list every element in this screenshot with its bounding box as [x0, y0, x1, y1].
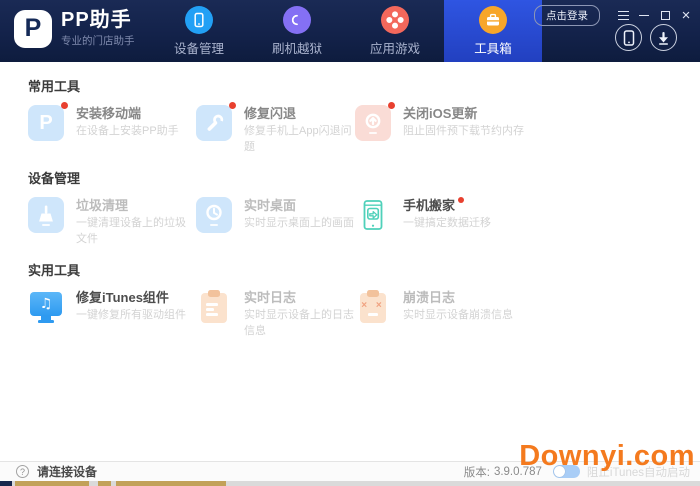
maximize-button[interactable] [657, 9, 673, 23]
app-brand: P PP助手 专业的门店助手 [14, 9, 135, 48]
app-title: PP助手 [61, 9, 135, 31]
upload-block-icon [355, 105, 391, 141]
tool-subtitle: 修复手机上App闪退问题 [244, 123, 355, 155]
notification-dot [229, 102, 236, 109]
close-button[interactable]: × [678, 9, 694, 23]
tool-crash-log[interactable]: × × 崩溃日志 实时显示设备崩溃信息 [355, 287, 700, 333]
pp-logo: P [14, 10, 52, 48]
wrench-icon [196, 105, 232, 141]
itunes-monitor-icon: ♫ [28, 289, 64, 325]
tool-install-mobile[interactable]: P 安装移动端 在设备上安装PP助手 [28, 103, 196, 149]
device-screen-button[interactable] [615, 24, 642, 51]
tool-subtitle: 实时显示设备上的日志信息 [244, 307, 355, 339]
tool-title: 关闭iOS更新 [403, 104, 524, 123]
tab-flash-jailbreak[interactable]: 刷机越狱 [248, 0, 346, 62]
section-utility-tools: 实用工具 ♫ 修复iTunes组件 一键修复所有驱动组件 [28, 260, 700, 333]
app-window: P PP助手 专业的门店助手 设备管理 刷机越狱 [0, 0, 700, 486]
tab-device-manage[interactable]: 设备管理 [150, 0, 248, 62]
broom-icon [28, 197, 64, 233]
app-subtitle: 专业的门店助手 [61, 33, 135, 48]
tool-fix-app-crash[interactable]: 修复闪退 修复手机上App闪退问题 [196, 103, 355, 149]
tool-realtime-desktop[interactable]: 实时桌面 实时显示桌面上的画面 [196, 195, 355, 241]
notification-dot [458, 197, 464, 203]
download-button[interactable] [650, 24, 677, 51]
refresh-icon [283, 6, 311, 34]
tool-title: 手机搬家 [403, 196, 491, 215]
tool-title: 安装移动端 [76, 104, 179, 123]
log-clipboard-icon [196, 289, 232, 325]
tool-fix-itunes[interactable]: ♫ 修复iTunes组件 一键修复所有驱动组件 [28, 287, 196, 333]
tool-subtitle: 阻止固件预下载节约内存 [403, 123, 524, 139]
pp-logo-icon: P [28, 105, 64, 141]
tab-label: 应用游戏 [370, 38, 420, 57]
titlebar-controls: 点击登录 × [534, 5, 694, 26]
tool-trash-clean[interactable]: 垃圾清理 一键清理设备上的垃圾文件 [28, 195, 196, 241]
menu-icon[interactable] [615, 9, 631, 23]
tool-phone-transfer[interactable]: 手机搬家 一键搞定数据迁移 [355, 195, 700, 241]
section-title: 常用工具 [28, 76, 700, 94]
tool-subtitle: 一键清理设备上的垃圾文件 [76, 215, 196, 247]
section-title: 实用工具 [28, 260, 700, 278]
crash-clipboard-icon: × × [355, 289, 391, 325]
tool-title: 实时日志 [244, 288, 355, 307]
tab-label: 刷机越狱 [272, 38, 322, 57]
section-device-manage: 设备管理 垃圾清理 一键清理设备上的垃圾文件 [28, 168, 700, 241]
notification-dot [388, 102, 395, 109]
tool-title: 崩溃日志 [403, 288, 513, 307]
connect-status: ? 请连接设备 [16, 463, 97, 480]
pp-logo-letter: P [25, 16, 42, 41]
site-watermark: Downyi.com [519, 440, 695, 473]
tab-toolbox[interactable]: 工具箱 [444, 0, 542, 62]
tool-close-ios-update[interactable]: 关闭iOS更新 阻止固件预下载节约内存 [355, 103, 700, 149]
header-quick-buttons [615, 24, 677, 51]
login-button[interactable]: 点击登录 [534, 5, 600, 26]
tool-title: 修复闪退 [244, 104, 355, 123]
section-common-tools: 常用工具 P 安装移动端 在设备上安装PP助手 [28, 76, 700, 149]
notification-dot [61, 102, 68, 109]
tool-subtitle: 实时显示设备崩溃信息 [403, 307, 513, 323]
tab-label: 工具箱 [474, 38, 512, 57]
toolbox-content: 常用工具 P 安装移动端 在设备上安装PP助手 [0, 76, 700, 475]
tool-subtitle: 在设备上安装PP助手 [76, 123, 179, 139]
tab-label: 设备管理 [174, 38, 224, 57]
tool-title: 修复iTunes组件 [76, 288, 186, 307]
download-arrow-icon [657, 31, 670, 45]
clover-icon [381, 6, 409, 34]
bottom-sliver [0, 481, 700, 486]
header-bar: P PP助手 专业的门店助手 设备管理 刷机越狱 [0, 0, 700, 62]
briefcase-icon [479, 6, 507, 34]
version-label: 版本: [464, 464, 490, 480]
connect-hint: 请连接设备 [37, 463, 97, 480]
brand-text: PP助手 专业的门店助手 [61, 9, 135, 48]
main-nav: 设备管理 刷机越狱 应用游戏 工具箱 [150, 0, 542, 62]
tool-subtitle: 一键修复所有驱动组件 [76, 307, 186, 323]
tool-realtime-log[interactable]: 实时日志 实时显示设备上的日志信息 [196, 287, 355, 333]
tool-title: 垃圾清理 [76, 196, 196, 215]
section-title: 设备管理 [28, 168, 700, 186]
help-icon[interactable]: ? [16, 465, 29, 478]
clock-icon [196, 197, 232, 233]
phone-transfer-icon [355, 197, 391, 233]
tab-apps-games[interactable]: 应用游戏 [346, 0, 444, 62]
tool-subtitle: 实时显示桌面上的画面 [244, 215, 354, 231]
minimize-button[interactable] [636, 9, 652, 23]
tool-subtitle: 一键搞定数据迁移 [403, 215, 491, 231]
phone-icon [622, 30, 636, 46]
phone-icon [185, 6, 213, 34]
tool-title: 实时桌面 [244, 196, 354, 215]
